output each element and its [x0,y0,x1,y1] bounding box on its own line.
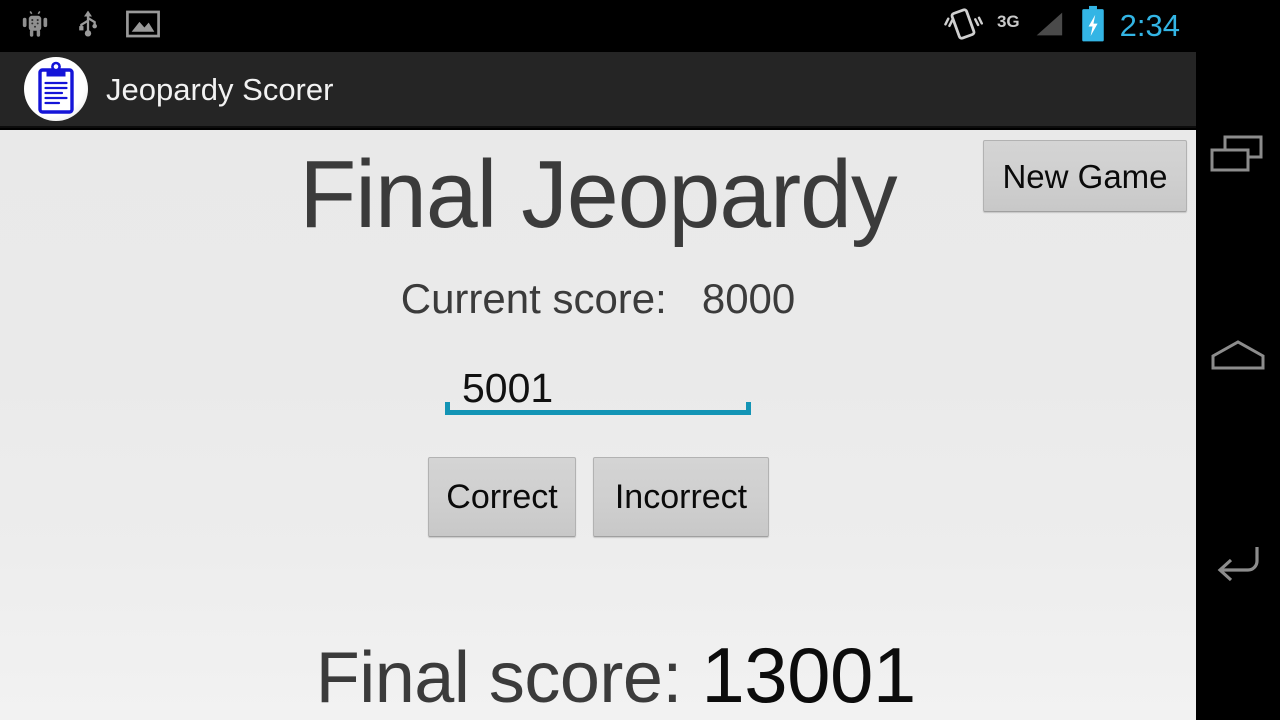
underline-tick-right [746,402,751,415]
wager-field-wrapper [445,362,751,418]
phone-viewport: 3G 2:34 Jeopardy Scorer Final Jeopardy C… [0,0,1196,720]
status-bar-clock: 2:34 [1119,7,1180,43]
vibrate-icon [943,5,983,48]
recents-icon[interactable] [1196,118,1280,202]
app-title: Jeopardy Scorer [106,71,334,107]
main-content: Final Jeopardy Current score: 8000 New G… [0,130,1196,720]
final-score-label: Final score: [315,638,702,718]
incorrect-button[interactable]: Incorrect [593,457,769,537]
battery-charging-icon [1080,5,1106,48]
action-bar: Jeopardy Scorer [0,52,1196,128]
back-icon[interactable] [1196,518,1280,602]
wager-input-underline [445,402,751,418]
final-score-value: 13001 [701,631,916,719]
underline-bar [445,410,751,415]
screenshot-icon [124,7,162,46]
network-type-label: 3G [996,12,1020,31]
usb-icon [72,7,104,46]
android-debug-icon [18,7,52,46]
home-icon[interactable] [1196,316,1280,400]
signal-bars-icon [1030,7,1066,46]
current-score-label: Current score: 8000 [400,275,796,322]
correct-button[interactable]: Correct [428,457,576,537]
device-screen: 3G 2:34 Jeopardy Scorer Final Jeopardy C… [0,0,1280,720]
new-game-button[interactable]: New Game [983,140,1187,212]
final-score-row: Final score: 13001 [0,620,1196,720]
status-bar: 3G 2:34 [0,0,1196,52]
navigation-bar [1196,0,1280,720]
status-bar-right-icons: 3G 2:34 [943,0,1180,52]
status-bar-left-icons [18,0,162,52]
clipboard-icon [24,57,88,121]
